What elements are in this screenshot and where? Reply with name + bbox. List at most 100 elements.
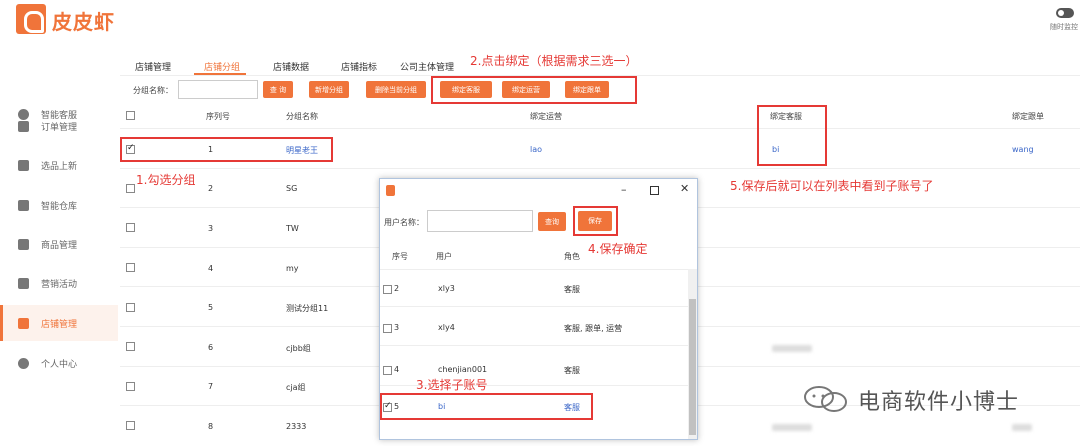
user-row-highlight	[380, 393, 593, 420]
user-role: 客服	[564, 403, 580, 412]
user-no: 4	[394, 365, 400, 374]
minimize-icon[interactable]: –	[621, 183, 627, 196]
row-group-name: my	[286, 264, 299, 273]
sidebar-item-store[interactable]: 店铺管理	[0, 305, 118, 341]
row-group-name: SG	[286, 184, 298, 193]
col-header-role: 角色	[564, 252, 580, 261]
sidebar-item-label: 选品上新	[41, 161, 78, 172]
tab-store-data[interactable]: 店铺数据	[273, 60, 309, 73]
row-no: 7	[208, 382, 214, 391]
user-no: 5	[394, 402, 400, 411]
row-checkbox[interactable]	[126, 263, 135, 272]
row-no: 5	[208, 303, 214, 312]
watermark-text: 电商软件小博士	[858, 390, 1020, 415]
sidebar-item-goods[interactable]: 商品管理	[0, 226, 118, 262]
row-group-name: cjbb组	[286, 344, 311, 353]
sidebar-item-label: 个人中心	[41, 359, 78, 370]
sidebar-item-label: 智能仓库	[41, 201, 78, 212]
sidebar-item-orders[interactable]: 订单管理	[0, 108, 118, 144]
sidebar-item-label: 商品管理	[41, 240, 78, 251]
row-checkbox[interactable]	[126, 382, 135, 391]
tab-store-metrics[interactable]: 店铺指标	[341, 60, 377, 73]
user-role: 客服	[564, 366, 580, 375]
tab-store-manage[interactable]: 店铺管理	[135, 60, 171, 73]
col-header-follow: 绑定跟单	[1012, 112, 1044, 121]
store-icon	[18, 317, 29, 329]
user-role: 客服	[564, 285, 580, 294]
promotion-icon	[18, 277, 29, 289]
sidebar-item-marketing[interactable]: 营销活动	[0, 265, 118, 301]
annotation-step5: 5.保存后就可以在列表中看到子账号了	[730, 179, 934, 193]
annotation-step2: 2.点击绑定（根据需求三选一）	[470, 54, 638, 68]
row-checkbox[interactable]	[126, 184, 135, 193]
blurred-cell	[772, 345, 812, 352]
row-checkbox[interactable]	[126, 421, 135, 430]
row-no: 3	[208, 224, 214, 233]
close-icon[interactable]: ✕	[680, 182, 689, 195]
row-group-name: 测试分组11	[286, 304, 329, 313]
modal-search-button[interactable]: 查询	[538, 212, 566, 231]
cs-column-highlight	[757, 105, 827, 166]
user-no: 2	[394, 284, 400, 293]
row-checkbox[interactable]	[126, 342, 135, 351]
sidebar-item-label: 订单管理	[41, 122, 78, 133]
save-button[interactable]: 保存	[578, 211, 612, 231]
user-checkbox[interactable]	[383, 366, 392, 375]
row-checkbox[interactable]	[126, 223, 135, 232]
user-checkbox[interactable]	[383, 401, 392, 412]
blurred-cell	[1012, 424, 1032, 431]
monitor-toggle[interactable]	[1056, 8, 1074, 18]
group-name-label: 分组名称：	[133, 86, 173, 95]
row-group-name: cja组	[286, 383, 306, 392]
user-icon	[18, 357, 29, 369]
app-icon	[386, 185, 395, 196]
maximize-icon[interactable]	[650, 186, 659, 195]
annotation-step3: 3.选择子账号	[416, 378, 488, 392]
user-name: bi	[438, 402, 446, 411]
row-follow[interactable]: wang	[1012, 145, 1034, 154]
wechat-icon	[804, 386, 847, 412]
box-icon	[18, 238, 29, 250]
annotation-step4: 4.保存确定	[588, 242, 648, 256]
username-input[interactable]	[427, 210, 533, 232]
user-name: xly4	[438, 323, 455, 332]
bind-cs-button[interactable]: 绑定客服	[440, 81, 492, 98]
row-divider	[380, 269, 688, 270]
search-button[interactable]: 查 询	[263, 81, 293, 98]
col-header-no: 序列号	[206, 112, 230, 121]
row-divider	[120, 128, 1080, 129]
sidebar-item-products-new[interactable]: 选品上新	[0, 147, 118, 183]
list-icon	[18, 120, 29, 132]
select-all-checkbox[interactable]	[126, 111, 135, 120]
user-name: chenjian001	[438, 365, 488, 374]
sidebar-item-warehouse[interactable]: 智能仓库	[0, 187, 118, 223]
monitor-toggle-label: 随时监控	[1050, 23, 1078, 31]
user-checkbox[interactable]	[383, 324, 392, 333]
select-user-dialog: – ✕ 用户名称： 查询 保存 4.保存确定 序号 用户 角色 2 xly3 客…	[379, 178, 698, 440]
blurred-cell	[772, 424, 812, 431]
col-header-no: 序号	[392, 252, 408, 261]
row-ops[interactable]: lao	[530, 145, 542, 154]
bind-follow-button[interactable]: 绑定跟单	[565, 81, 609, 98]
add-group-button[interactable]: 新增分组	[309, 81, 349, 98]
row-divider	[380, 306, 688, 307]
row-checkbox[interactable]	[126, 303, 135, 312]
bind-ops-button[interactable]: 绑定运营	[502, 81, 550, 98]
sidebar-item-label: 营销活动	[41, 279, 78, 290]
row-no: 4	[208, 264, 214, 273]
user-no: 3	[394, 323, 400, 332]
row-group-name: TW	[286, 224, 299, 233]
sidebar-item-label: 店铺管理	[41, 319, 78, 330]
row-no: 6	[208, 343, 214, 352]
delete-group-button[interactable]: 删除当前分组	[366, 81, 426, 98]
tab-store-group[interactable]: 店铺分组	[204, 60, 240, 73]
scrollbar-thumb[interactable]	[689, 299, 696, 435]
annotation-step1: 1.勾选分组	[136, 173, 196, 187]
user-checkbox[interactable]	[383, 285, 392, 294]
tab-company[interactable]: 公司主体管理	[400, 60, 454, 73]
sidebar-item-profile[interactable]: 个人中心	[0, 345, 118, 381]
brand-title: 皮皮虾	[52, 10, 115, 34]
row-no: 2	[208, 184, 214, 193]
group-name-input[interactable]	[178, 80, 258, 99]
warehouse-icon	[18, 199, 29, 211]
